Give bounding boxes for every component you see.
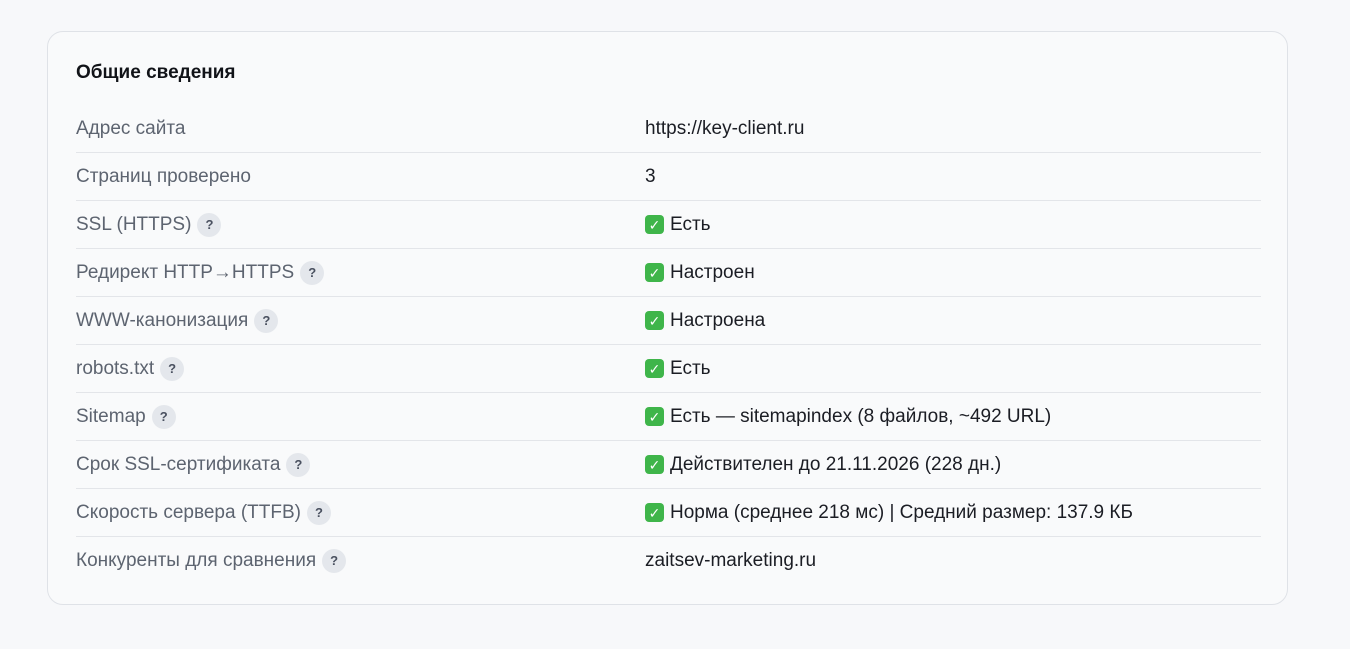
help-icon[interactable]: ? — [306, 500, 331, 525]
row-label-container: Срок SSL-сертификата ? — [76, 452, 645, 477]
info-row-site-address: Адрес сайта https://key-client.ru — [76, 105, 1261, 153]
row-label: Скорость сервера (TTFB) — [76, 501, 301, 523]
info-row-sitemap: Sitemap ? ✓ Есть — sitemapindex (8 файло… — [76, 393, 1261, 441]
checkmark-icon: ✓ — [645, 455, 664, 474]
row-label: Страниц проверено — [76, 165, 251, 187]
help-icon[interactable]: ? — [160, 356, 185, 381]
checkmark-icon: ✓ — [645, 311, 664, 330]
row-value: https://key-client.ru — [645, 117, 805, 139]
row-value-container: 3 — [645, 166, 1261, 188]
row-label-container: WWW-канонизация ? — [76, 308, 645, 333]
row-value-container: ✓ Есть — [645, 358, 1261, 380]
info-row-pages-checked: Страниц проверено 3 — [76, 153, 1261, 201]
row-value-container: zaitsev-marketing.ru — [645, 550, 1261, 572]
info-row-https-redirect: Редирект HTTP→HTTPS ? ✓ Настроен — [76, 249, 1261, 297]
row-label: Редирект HTTP→HTTPS — [76, 261, 295, 283]
row-value-container: ✓ Норма (среднее 218 мс) | Средний разме… — [645, 502, 1261, 524]
row-label: Адрес сайта — [76, 117, 186, 139]
row-label-container: Адрес сайта — [76, 118, 645, 140]
row-label: Срок SSL-сертификата — [76, 453, 281, 475]
help-icon[interactable]: ? — [286, 452, 311, 477]
row-label-container: Конкуренты для сравнения ? — [76, 548, 645, 573]
row-label-container: SSL (HTTPS) ? — [76, 212, 645, 237]
row-value: Норма (среднее 218 мс) | Средний размер:… — [670, 501, 1133, 523]
row-value-container: https://key-client.ru — [645, 118, 1261, 140]
row-label-container: Скорость сервера (TTFB) ? — [76, 500, 645, 525]
info-row-server-speed: Скорость сервера (TTFB) ? ✓ Норма (средн… — [76, 489, 1261, 537]
row-label-container: robots.txt ? — [76, 356, 645, 381]
row-value: Действителен до 21.11.2026 (228 дн.) — [670, 453, 1002, 475]
row-label-container: Страниц проверено — [76, 166, 645, 188]
checkmark-icon: ✓ — [645, 407, 664, 426]
info-row-ssl: SSL (HTTPS) ? ✓ Есть — [76, 201, 1261, 249]
row-value-container: ✓ Действителен до 21.11.2026 (228 дн.) — [645, 454, 1261, 476]
help-icon[interactable]: ? — [197, 212, 222, 237]
row-label-container: Sitemap ? — [76, 404, 645, 429]
row-label: WWW-канонизация — [76, 309, 249, 331]
row-value-container: ✓ Настроена — [645, 310, 1261, 332]
info-row-www-canonicalization: WWW-канонизация ? ✓ Настроена — [76, 297, 1261, 345]
row-value-container: ✓ Настроен — [645, 262, 1261, 284]
row-value: Есть — sitemapindex (8 файлов, ~492 URL) — [670, 405, 1052, 427]
checkmark-icon: ✓ — [645, 215, 664, 234]
row-label: SSL (HTTPS) — [76, 213, 192, 235]
row-value: Настроена — [670, 309, 766, 331]
card-title: Общие сведения — [76, 62, 236, 83]
checkmark-icon: ✓ — [645, 263, 664, 282]
row-label: robots.txt — [76, 357, 155, 379]
general-info-card: Общие сведения Адрес сайта https://key-c… — [47, 31, 1288, 605]
row-label-container: Редирект HTTP→HTTPS ? — [76, 260, 645, 285]
row-value: 3 — [645, 165, 656, 187]
help-icon[interactable]: ? — [254, 308, 279, 333]
checkmark-icon: ✓ — [645, 359, 664, 378]
info-row-ssl-expiry: Срок SSL-сертификата ? ✓ Действителен до… — [76, 441, 1261, 489]
row-value: Настроен — [670, 261, 755, 283]
row-value: zaitsev-marketing.ru — [645, 549, 817, 571]
info-row-competitors: Конкуренты для сравнения ? zaitsev-marke… — [76, 537, 1261, 584]
row-value-container: ✓ Есть — sitemapindex (8 файлов, ~492 UR… — [645, 406, 1261, 428]
row-label: Sitemap — [76, 405, 146, 427]
row-value-container: ✓ Есть — [645, 214, 1261, 236]
row-label: Конкуренты для сравнения — [76, 549, 317, 571]
row-value: Есть — [670, 357, 711, 379]
help-icon[interactable]: ? — [300, 260, 325, 285]
info-row-robots-txt: robots.txt ? ✓ Есть — [76, 345, 1261, 393]
help-icon[interactable]: ? — [151, 404, 176, 429]
info-table: Адрес сайта https://key-client.ru Страни… — [76, 105, 1261, 584]
row-value: Есть — [670, 213, 711, 235]
help-icon[interactable]: ? — [322, 548, 347, 573]
checkmark-icon: ✓ — [645, 503, 664, 522]
